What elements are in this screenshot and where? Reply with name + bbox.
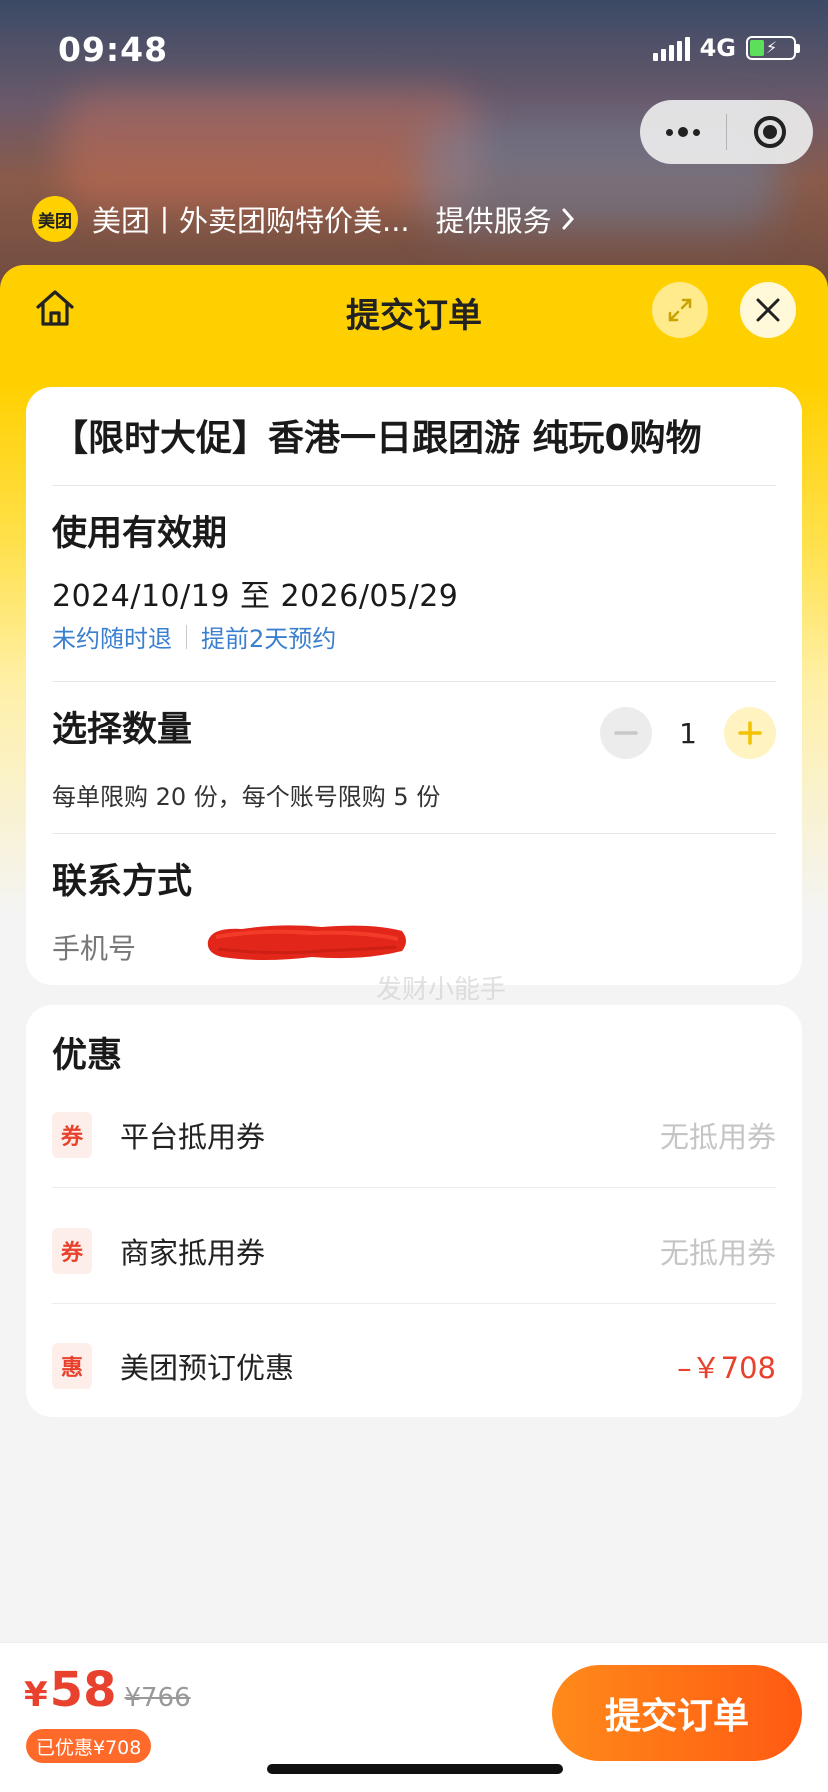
contact-label: 联系方式	[52, 862, 193, 902]
quantity-stepper: 1	[600, 707, 776, 759]
coupon-badge: 券	[52, 1112, 92, 1158]
currency-symbol: ¥	[24, 1675, 48, 1715]
status-time: 09:48	[58, 30, 169, 69]
promo-value: 无抵用券	[659, 1120, 776, 1154]
promotions-card: 优惠 券 平台抵用券 无抵用券 券 商家抵用券 无抵用券 惠 美团预订优惠 –￥…	[26, 1005, 802, 1417]
promo-name: 商家抵用券	[120, 1236, 266, 1270]
submit-order-button[interactable]: 提交订单	[552, 1665, 802, 1761]
home-indicator	[267, 1764, 563, 1774]
expand-icon	[668, 298, 692, 322]
purchase-limit-text: 每单限购 20 份，每个账号限购 5 份	[52, 783, 441, 811]
quantity-value[interactable]: 1	[652, 717, 724, 750]
promo-row-merchant-coupon[interactable]: 券 商家抵用券 无抵用券	[52, 1193, 776, 1309]
sheet-header: 提交订单	[0, 265, 828, 355]
target-icon	[754, 116, 786, 148]
order-sheet: 提交订单 【限时大促】香港一日跟团游 纯玩0购物 使用有效期 2024/10/1…	[0, 265, 828, 1792]
phone-label: 手机号	[52, 932, 137, 965]
plus-icon	[738, 721, 762, 745]
expand-button[interactable]	[652, 282, 708, 338]
status-bar: 09:48 4G ⚡	[0, 0, 828, 100]
network-type: 4G	[699, 34, 736, 62]
validity-tags: 未约随时退 提前2天预约	[52, 619, 336, 654]
promo-value: –￥708	[677, 1351, 776, 1385]
phone-number-redacted[interactable]	[202, 917, 412, 965]
original-price: ¥766	[124, 1683, 191, 1713]
more-icon	[666, 127, 700, 137]
product-title: 【限时大促】香港一日跟团游 纯玩0购物	[52, 418, 702, 459]
watermark: 发财小能手	[376, 975, 507, 1005]
total-price: ¥ 58 ¥766	[24, 1665, 191, 1715]
saved-amount-badge: 已优惠¥708	[26, 1729, 152, 1763]
close-button[interactable]	[740, 282, 796, 338]
promotions-title: 优惠	[52, 1036, 123, 1076]
battery-icon: ⚡	[746, 36, 800, 60]
minus-icon	[614, 731, 638, 735]
discount-badge: 惠	[52, 1343, 92, 1389]
close-icon	[756, 298, 780, 322]
service-provider-bar[interactable]: 美团 美团丨外卖团购特价美... 提供服务	[32, 196, 576, 242]
validity-label: 使用有效期	[52, 514, 228, 554]
coupon-badge: 券	[52, 1228, 92, 1274]
promo-name: 平台抵用券	[120, 1120, 266, 1154]
service-name: 美团丨外卖团购特价美...	[92, 204, 410, 238]
promo-row-booking-discount[interactable]: 惠 美团预订优惠 –￥708	[52, 1308, 776, 1424]
increase-button[interactable]	[724, 707, 776, 759]
chevron-right-icon	[562, 208, 574, 230]
validity-dates: 2024/10/19 至 2026/05/29	[52, 579, 459, 614]
price-amount: 58	[49, 1662, 117, 1718]
more-button[interactable]	[640, 100, 726, 164]
quantity-label: 选择数量	[52, 710, 193, 750]
tag-refund: 未约随时退	[52, 625, 172, 653]
service-link[interactable]: 提供服务	[436, 198, 576, 240]
order-details-card: 【限时大促】香港一日跟团游 纯玩0购物 使用有效期 2024/10/19 至 2…	[26, 387, 802, 1005]
promo-value: 无抵用券	[659, 1236, 776, 1270]
exit-button[interactable]	[727, 100, 813, 164]
signal-icon	[652, 35, 690, 61]
tag-reserve: 提前2天预约	[201, 625, 337, 653]
meituan-logo: 美团	[32, 196, 78, 242]
promo-name: 美团预订优惠	[120, 1351, 295, 1385]
promo-row-platform-coupon[interactable]: 券 平台抵用券 无抵用券	[52, 1077, 776, 1193]
mini-program-capsule	[640, 100, 813, 164]
decrease-button[interactable]	[600, 707, 652, 759]
service-link-label: 提供服务	[435, 204, 552, 238]
